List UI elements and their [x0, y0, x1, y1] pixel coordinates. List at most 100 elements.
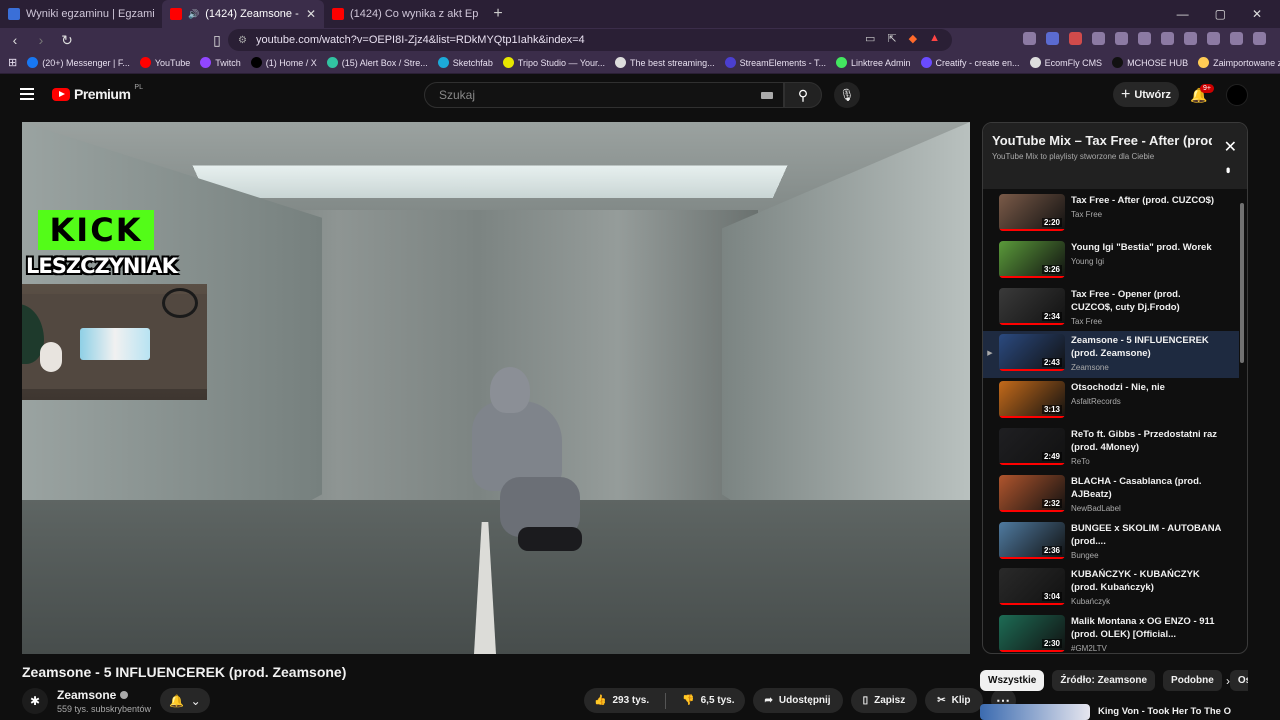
bookmark-item[interactable]: EcomFly CMS [1030, 57, 1103, 68]
bookmark-item[interactable]: (1) Home / X [251, 57, 317, 68]
bookmark-item[interactable]: Zaimportowane z... [1198, 57, 1280, 68]
browser-tab[interactable]: Wyniki egzaminu | Egzaminy Zawodo [0, 0, 162, 28]
minimize-icon[interactable]: — [1177, 7, 1189, 21]
playlist-item-title[interactable]: Otsochodzi - Nie, nie [1071, 381, 1223, 394]
playlist-item[interactable]: 2:36 BUNGEE x SKOLIM - AUTOBANA (prod....… [983, 519, 1239, 566]
share-page-icon[interactable]: ⇱ [887, 32, 896, 45]
warning-icon[interactable]: ▲ [929, 32, 940, 45]
playlist-item[interactable]: 2:34 Tax Free - Opener (prod. CUZCO$, cut… [983, 285, 1239, 332]
channel-name[interactable]: Zeamsone [57, 688, 116, 702]
extension-icon[interactable] [1092, 32, 1105, 45]
share-button[interactable]: ➦ Udostępnij [753, 688, 843, 713]
filter-chip[interactable]: Podobne [1163, 670, 1222, 691]
youtube-logo[interactable]: Premium PL [52, 86, 143, 102]
playlist-thumbnail[interactable]: 3:13 [999, 381, 1065, 418]
playlist-thumbnail[interactable]: 2:49 [999, 428, 1065, 465]
reload-icon[interactable]: ↻ [60, 32, 74, 49]
apps-icon[interactable]: ⊞ [8, 56, 17, 69]
playlist-item[interactable]: 3:04 KUBAŃCZYK - KUBAŃCZYK (prod. Kubańcz… [983, 565, 1239, 612]
playlist-item-title[interactable]: Malik Montana x OG ENZO - 911 (prod. OLE… [1071, 615, 1223, 641]
avatar[interactable] [1226, 84, 1248, 106]
media-icon[interactable] [1138, 32, 1151, 45]
playlist-item[interactable]: ▶ 2:43 Zeamsone - 5 INFLUENCEREK (prod. Ze… [983, 331, 1239, 378]
playlist-item[interactable]: 3:13 Otsochodzi - Nie, nie AsfaltRecords [983, 378, 1239, 425]
channel-avatar[interactable]: ✱ [22, 688, 48, 714]
playlist-thumbnail[interactable]: 2:36 [999, 522, 1065, 559]
subscribe-bell-button[interactable]: 🔔 ⌄ [160, 688, 210, 713]
playlist-thumbnail[interactable]: 2:30 [999, 615, 1065, 652]
wallet-icon[interactable] [1184, 32, 1197, 45]
playlist-item[interactable]: 2:49 ReTo ft. Gibbs - Przedostatni raz (p… [983, 425, 1239, 472]
recommendation-item[interactable]: King Von - Took Her To The O [980, 702, 1248, 720]
playlist-thumbnail[interactable]: 2:32 [999, 475, 1065, 512]
bookmark-item[interactable]: Sketchfab [438, 57, 493, 68]
extension-icon[interactable] [1115, 32, 1128, 45]
close-icon[interactable]: ✕ [1224, 137, 1237, 157]
playlist-thumbnail[interactable]: 2:20 [999, 194, 1065, 231]
playlist-item-title[interactable]: KUBAŃCZYK - KUBAŃCZYK (prod. Kubańczyk) [1071, 568, 1223, 594]
save-button[interactable]: ▯ Zapisz [851, 688, 918, 713]
extension-icon[interactable] [1023, 32, 1036, 45]
playlist-thumbnail[interactable]: 2:43 [999, 334, 1065, 371]
playlist-item-title[interactable]: Tax Free - After (prod. CUZCO$) [1071, 194, 1223, 207]
playlist-thumbnail[interactable]: 3:26 [999, 241, 1065, 278]
recommendation-thumbnail[interactable] [980, 704, 1090, 720]
create-button[interactable]: + Utwórz [1113, 82, 1179, 107]
playlist-item[interactable]: 2:32 BLACHA - Casablanca (prod. AJBeatz) N… [983, 472, 1239, 519]
extension-icon[interactable] [1069, 32, 1082, 45]
playlist-item-title[interactable]: Zeamsone - 5 INFLUENCEREK (prod. Zeamson… [1071, 334, 1223, 360]
kebab-menu-icon[interactable]: ••• [1221, 167, 1235, 171]
chevron-right-icon[interactable]: › [1226, 674, 1230, 688]
bookmark-icon[interactable]: ▯ [210, 32, 224, 49]
playlist-title[interactable]: YouTube Mix – Tax Free - After (prod. CU… [992, 133, 1212, 148]
recommendation-title[interactable]: King Von - Took Her To The O [1098, 706, 1231, 717]
sidebar-icon[interactable] [1161, 32, 1174, 45]
voice-search-button[interactable]: 🎙 [834, 82, 860, 108]
filter-chip[interactable]: Ostatnio [1230, 670, 1248, 691]
playlist-item-title[interactable]: Young Igi "Bestia" prod. Worek [1071, 241, 1223, 254]
maximize-icon[interactable]: ▢ [1215, 7, 1226, 21]
close-window-icon[interactable]: ✕ [1252, 7, 1262, 21]
browser-tab[interactable]: 🔊 (1424) Zeamsone - 5 INFLUE ✕ [162, 0, 324, 28]
search-button[interactable]: ⚲ [784, 82, 822, 108]
speaker-icon[interactable]: 🔊 [188, 9, 199, 20]
keyboard-icon[interactable] [761, 92, 773, 99]
filter-chip[interactable]: Źródło: Zeamsone [1052, 670, 1155, 691]
site-settings-icon[interactable]: ⚙ [238, 35, 247, 46]
bookmark-item[interactable]: Twitch [200, 57, 241, 68]
bookmark-item[interactable]: Tripo Studio — Your... [503, 57, 605, 68]
clip-button[interactable]: ✂ Klip [925, 688, 982, 713]
search-input[interactable]: Szukaj [424, 82, 784, 108]
menu-icon[interactable] [20, 88, 34, 100]
like-button[interactable]: 👍 293 tys. [584, 688, 659, 713]
playlist-item[interactable]: 2:30 Malik Montana x OG ENZO - 911 (prod.… [983, 612, 1239, 654]
bookmark-item[interactable]: (15) Alert Box / Stre... [327, 57, 428, 68]
bookmark-item[interactable]: StreamElements - T... [725, 57, 826, 68]
leo-icon[interactable] [1207, 32, 1220, 45]
forward-icon[interactable]: › [34, 32, 48, 48]
new-tab-icon[interactable]: + [486, 5, 510, 23]
dislike-button[interactable]: 👎 6,5 tys. [672, 688, 744, 713]
bookmark-item[interactable]: Creatify - create en... [921, 57, 1020, 68]
url-field[interactable]: ⚙ youtube.com/watch?v=OEPI8I-Zjz4&list=R… [228, 29, 952, 51]
video-player[interactable]: KICK LESZCZYNIAK [22, 122, 970, 654]
playlist-item-title[interactable]: BLACHA - Casablanca (prod. AJBeatz) [1071, 475, 1223, 501]
bookmark-item[interactable]: MCHOSE HUB [1112, 57, 1188, 68]
playlist-item[interactable]: 2:20 Tax Free - After (prod. CUZCO$) Tax F… [983, 191, 1239, 238]
shield-icon[interactable]: ◆ [909, 32, 917, 45]
playlist-thumbnail[interactable]: 2:34 [999, 288, 1065, 325]
vpn-icon[interactable] [1230, 32, 1243, 45]
playlist-thumbnail[interactable]: 3:04 [999, 568, 1065, 605]
menu-icon[interactable] [1253, 32, 1266, 45]
bookmark-item[interactable]: (20+) Messenger | F... [27, 57, 130, 68]
extension-icon[interactable] [1046, 32, 1059, 45]
bookmark-item[interactable]: The best streaming... [615, 57, 715, 68]
bookmark-item[interactable]: YouTube [140, 57, 190, 68]
close-tab-icon[interactable]: ✕ [306, 7, 316, 21]
back-icon[interactable]: ‹ [8, 32, 22, 48]
playlist-item[interactable]: 3:26 Young Igi "Bestia" prod. Worek Young … [983, 238, 1239, 285]
bookmark-item[interactable]: Linktree Admin [836, 57, 911, 68]
playlist-scrollbar[interactable] [1240, 203, 1244, 363]
playlist-item-title[interactable]: BUNGEE x SKOLIM - AUTOBANA (prod.... [1071, 522, 1223, 548]
playlist-item-title[interactable]: ReTo ft. Gibbs - Przedostatni raz (prod.… [1071, 428, 1223, 454]
